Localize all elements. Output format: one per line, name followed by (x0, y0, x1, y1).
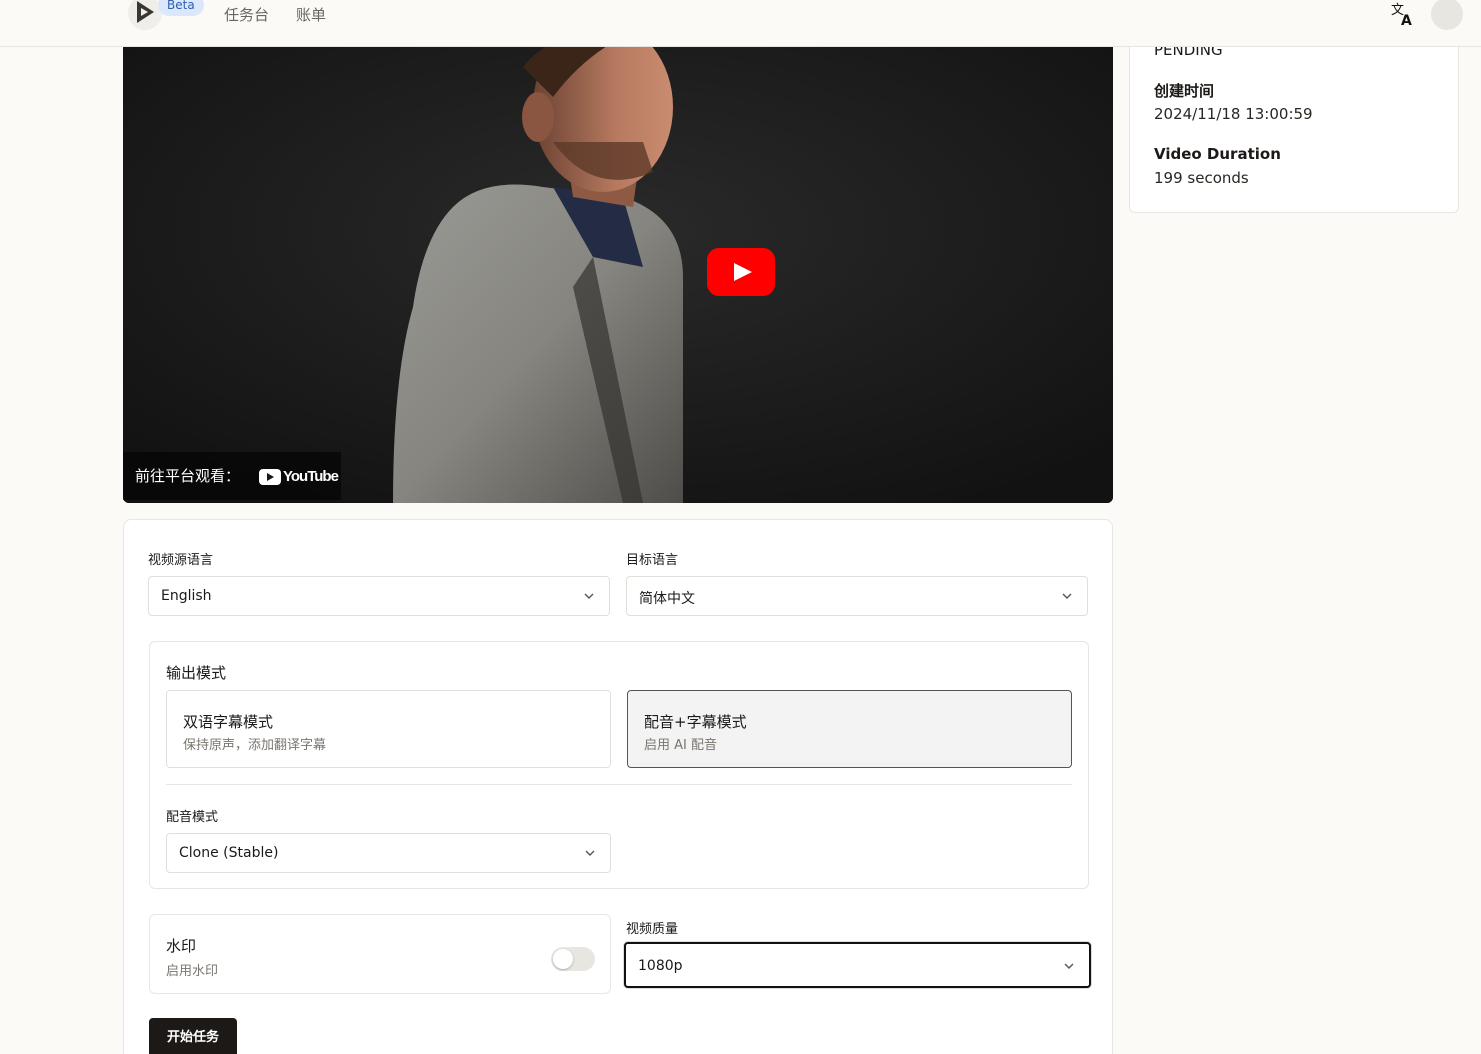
target-language-select[interactable]: 简体中文 (626, 576, 1088, 616)
mode-desc: 保持原声，添加翻译字幕 (183, 738, 327, 753)
translate-icon[interactable]: 文 A (1390, 0, 1416, 28)
chevron-down-icon (1062, 593, 1072, 599)
output-mode-section: 输出模式 双语字幕模式 保持原声，添加翻译字幕 配音+字幕模式 启用 AI 配音… (149, 641, 1089, 889)
output-mode-title: 输出模式 (166, 664, 227, 682)
nav-tasks[interactable]: 任务台 (224, 4, 269, 25)
chevron-down-icon (585, 850, 595, 856)
task-info-card: PENDING 创建时间 2024/11/18 13:00:59 Video D… (1129, 20, 1459, 213)
task-settings-form: 视频源语言 English 目标语言 简体中文 输出模式 双语字幕模式 保持原声… (123, 519, 1113, 1054)
play-button[interactable] (707, 248, 775, 296)
source-language-label: 视频源语言 (148, 553, 214, 568)
mode-title: 配音+字幕模式 (644, 713, 747, 731)
svg-text:A: A (1401, 13, 1412, 28)
watermark-desc: 启用水印 (166, 964, 219, 979)
target-language-value: 简体中文 (639, 591, 695, 607)
watermark-title: 水印 (166, 937, 197, 955)
video-quality-value: 1080p (638, 958, 683, 974)
target-language-label: 目标语言 (626, 553, 679, 568)
divider (166, 784, 1072, 785)
watermark-section: 水印 启用水印 (149, 914, 611, 994)
beta-badge: Beta (158, 0, 204, 16)
chevron-down-icon (1064, 963, 1074, 969)
youtube-wordmark: YouTube (283, 468, 339, 485)
youtube-logo: YouTube (259, 466, 339, 485)
watch-on-label: 前往平台观看： (135, 467, 241, 485)
mode-dubbing-subtitles[interactable]: 配音+字幕模式 启用 AI 配音 (627, 690, 1072, 768)
mode-desc: 启用 AI 配音 (644, 738, 717, 753)
dubbing-mode-select[interactable]: Clone (Stable) (166, 833, 611, 873)
youtube-play-icon (259, 468, 281, 485)
created-time-value: 2024/11/18 13:00:59 (1154, 105, 1313, 123)
top-header: Beta 任务台 账单 文 A (0, 0, 1481, 47)
video-frame (123, 47, 1113, 503)
app-logo[interactable] (128, 0, 162, 30)
video-duration-value: 199 seconds (1154, 169, 1249, 187)
video-player[interactable] (123, 47, 1113, 503)
mode-title: 双语字幕模式 (183, 713, 274, 731)
mode-bilingual-subtitles[interactable]: 双语字幕模式 保持原声，添加翻译字幕 (166, 690, 611, 768)
watermark-toggle[interactable] (551, 947, 595, 971)
source-language-select[interactable]: English (148, 576, 610, 616)
video-duration-label: Video Duration (1154, 145, 1281, 163)
watch-on-youtube-link[interactable]: 前往平台观看： YouTube (123, 452, 341, 500)
created-time-label: 创建时间 (1154, 82, 1215, 100)
video-quality-select[interactable]: 1080p (624, 942, 1091, 988)
video-quality-label: 视频质量 (626, 922, 679, 937)
source-language-value: English (161, 588, 212, 604)
chevron-down-icon (584, 593, 594, 599)
dubbing-mode-label: 配音模式 (166, 810, 219, 825)
start-task-button[interactable]: 开始任务 (149, 1018, 237, 1054)
user-avatar[interactable] (1431, 0, 1463, 30)
nav-bills[interactable]: 账单 (296, 4, 326, 25)
dubbing-mode-value: Clone (Stable) (179, 845, 279, 861)
play-logo-icon (137, 1, 154, 23)
